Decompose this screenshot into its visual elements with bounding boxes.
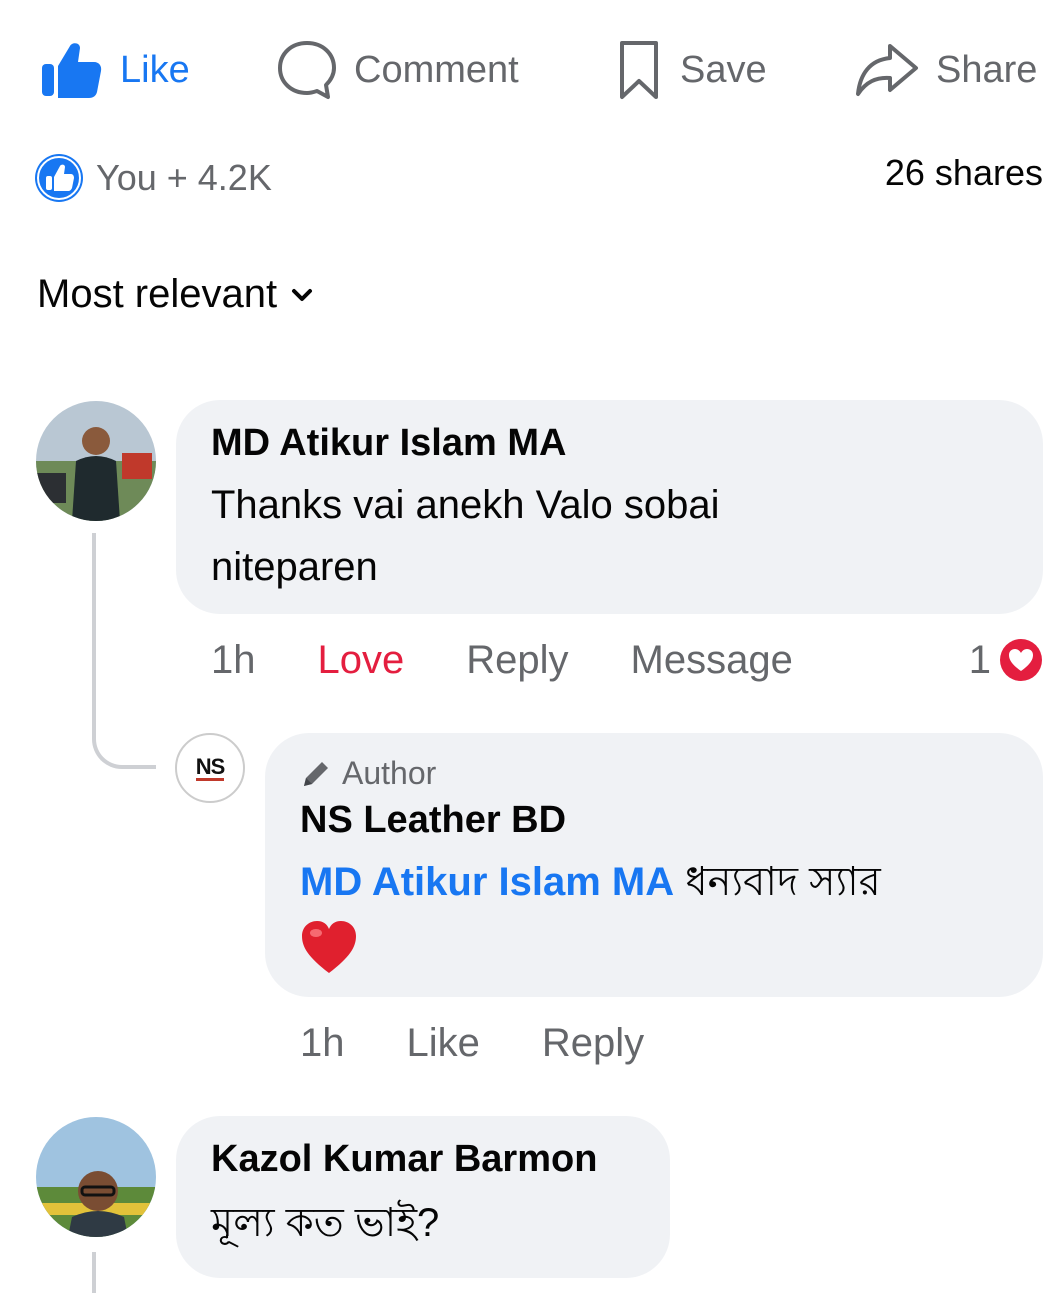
thumbs-up-icon <box>42 43 102 98</box>
share-arrow-icon <box>856 44 918 96</box>
profile-photo <box>36 1117 156 1237</box>
save-label: Save <box>680 48 767 91</box>
comment-reaction-count[interactable]: 1 <box>969 632 1043 688</box>
avatar[interactable] <box>36 401 156 521</box>
comment-author[interactable]: Kazol Kumar Barmon <box>211 1138 597 1181</box>
avatar[interactable] <box>36 1117 156 1237</box>
reaction-count: You + 4.2K <box>96 157 272 198</box>
profile-photo <box>36 401 156 521</box>
love-reaction-icon <box>1000 639 1042 681</box>
comment-time[interactable]: 1h <box>211 638 256 683</box>
reply-actions: 1h Like Reply <box>300 1015 644 1071</box>
reply-like-button[interactable]: Like <box>407 1021 480 1066</box>
page-avatar[interactable]: NS <box>175 733 245 803</box>
comment-text: Thanks vai anekh Valo sobai niteparen <box>211 483 720 589</box>
author-badge-label: Author <box>342 755 437 791</box>
comment-bubble: Kazol Kumar Barmon মূল্য কত ভাই? <box>176 1116 670 1278</box>
save-button[interactable]: Save <box>614 32 767 108</box>
comment-text: মূল্য কত ভাই? <box>211 1201 440 1245</box>
chevron-down-icon <box>292 288 313 301</box>
reply-thread-line <box>92 533 156 769</box>
share-count[interactable]: 26 shares <box>885 152 1043 194</box>
share-button[interactable]: Share <box>854 32 1037 108</box>
comment-sort-dropdown[interactable]: Most relevant <box>37 272 313 317</box>
reply-bubble: Author NS Leather BD MD Atikur Islam MA … <box>265 733 1043 997</box>
pencil-icon <box>304 761 328 786</box>
reply-time[interactable]: 1h <box>300 1021 345 1066</box>
bookmark-icon <box>620 41 658 99</box>
red-heart-icon <box>302 921 356 973</box>
mention-link[interactable]: MD Atikur Islam MA <box>300 860 674 904</box>
like-label: Like <box>120 48 190 91</box>
like-button[interactable]: Like <box>40 32 190 108</box>
share-label: Share <box>936 48 1038 91</box>
comment-label: Comment <box>354 48 519 91</box>
reply-text: MD Atikur Islam MA ধন্যবাদ স্যার <box>300 851 1020 913</box>
comment-author[interactable]: MD Atikur Islam MA <box>211 422 566 465</box>
comment-button[interactable]: Comment <box>276 32 519 108</box>
heart-emoji <box>300 919 358 980</box>
reply-reply-button[interactable]: Reply <box>542 1021 644 1066</box>
love-reaction-button[interactable]: Love <box>318 638 405 683</box>
message-button[interactable]: Message <box>631 638 793 683</box>
reply-author[interactable]: NS Leather BD <box>300 799 566 842</box>
like-reaction-icon <box>35 154 83 202</box>
page-logo-text: NS <box>195 753 225 781</box>
comment-bubble-icon <box>278 41 336 99</box>
reaction-summary[interactable]: You + 4.2K <box>34 150 272 206</box>
comment-actions: 1h Love Reply Message <box>211 632 793 688</box>
reaction-count-number: 1 <box>968 637 991 682</box>
sort-label: Most relevant <box>37 272 278 316</box>
comment-bubble: MD Atikur Islam MA Thanks vai anekh Valo… <box>176 400 1043 614</box>
reply-thread-line <box>92 1252 96 1293</box>
reply-button[interactable]: Reply <box>466 638 568 683</box>
author-badge: Author <box>300 755 436 792</box>
reply-message: ধন্যবাদ স্যার <box>685 860 881 904</box>
